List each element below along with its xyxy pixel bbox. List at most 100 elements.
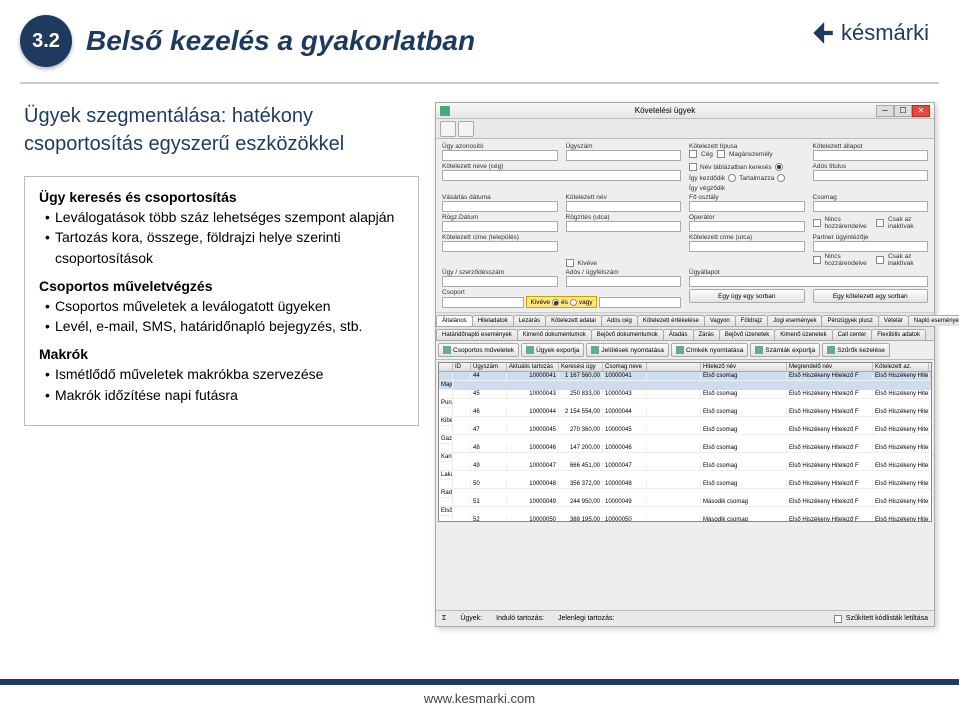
input-adostitulus[interactable]	[813, 170, 929, 181]
tab[interactable]: Vagyon	[704, 315, 736, 326]
table-row[interactable]: 5110000049244 950,0010000049Második csom…	[439, 498, 931, 516]
input-csoport2[interactable]	[599, 297, 681, 308]
input-rogzdat[interactable]	[442, 221, 558, 232]
checkbox-nincshozz2[interactable]	[813, 256, 821, 264]
table-cell: 10000046	[603, 444, 647, 453]
radio-vagy[interactable]	[570, 299, 577, 306]
table-cell	[439, 390, 453, 399]
checkbox-szukit[interactable]	[834, 615, 842, 623]
column-header[interactable]: Ügyszám	[471, 363, 507, 371]
checkbox-csakin2[interactable]	[876, 256, 884, 264]
input-csomag[interactable]	[813, 201, 929, 212]
action-button[interactable]: Csoportos műveletek	[438, 343, 519, 357]
tab[interactable]: Kötelezett adatai	[545, 315, 602, 326]
btn-egyugysor[interactable]: Egy ügy egy sorban	[689, 289, 805, 303]
radio-es[interactable]	[552, 299, 559, 306]
input-rogzalk[interactable]	[566, 221, 682, 232]
checkbox-magansz[interactable]	[717, 150, 725, 158]
action-button[interactable]: Szűrők kezelése	[822, 343, 890, 357]
input-ugyszam[interactable]	[566, 150, 682, 161]
radio-tartalmaz[interactable]	[728, 174, 736, 182]
column-header[interactable]: Csomag neve	[603, 363, 647, 371]
table-cell: Gaz Ella	[439, 435, 453, 444]
minimize-button[interactable]: ─	[876, 105, 894, 117]
column-header[interactable]: Kötelezett az.	[873, 363, 929, 371]
column-header[interactable]	[439, 363, 453, 371]
action-button[interactable]: Számlák exportja	[750, 343, 820, 357]
column-header[interactable]: Hitelező név	[701, 363, 787, 371]
input-kotelnev[interactable]	[566, 201, 682, 212]
input-operator[interactable]	[689, 221, 805, 232]
tab[interactable]: Zárás	[693, 329, 720, 340]
tab[interactable]: Általános	[436, 315, 473, 326]
column-header[interactable]	[647, 363, 701, 371]
tab[interactable]: Átadás	[663, 329, 694, 340]
table-row[interactable]: 5210000050388 195,0010000050Második csom…	[439, 516, 931, 522]
tab[interactable]: Határidőnapló események	[436, 329, 518, 340]
input-kotcimt[interactable]	[442, 241, 558, 252]
table-row[interactable]: 4710000045270 360,0010000045Első csomagE…	[439, 426, 931, 444]
tab[interactable]: Kötelezett értékelése	[637, 315, 705, 326]
table-row[interactable]: 44100000411 167 560,0010000041Első csoma…	[439, 372, 931, 390]
box-item: Leválogatások több száz lehetséges szemp…	[45, 207, 404, 227]
input-ugyazonosito[interactable]	[442, 150, 558, 161]
table-cell: 561	[929, 372, 932, 381]
input-vasdatum[interactable]	[442, 201, 558, 212]
tab[interactable]: Kimenő üzenetek	[774, 329, 832, 340]
label-adostitulus: Adós titulus	[813, 163, 929, 170]
tab[interactable]: Bejövő dokumentumok	[591, 329, 664, 340]
input-fooszt[interactable]	[689, 201, 805, 212]
input-adosugy[interactable]	[566, 276, 682, 287]
btn-egykotsor[interactable]: Egy kötelezett egy sorban	[813, 289, 929, 303]
checkbox-kiveve[interactable]	[566, 259, 574, 267]
input-kotnev[interactable]	[442, 170, 681, 181]
input-csoport[interactable]	[442, 297, 524, 308]
action-button[interactable]: Jelölések nyomtatása	[586, 343, 669, 357]
input-ugyallapot[interactable]	[689, 276, 928, 287]
tab[interactable]: Jogi események	[767, 315, 822, 326]
table-row[interactable]: 4810000046147 200,0010000046Első csomagE…	[439, 444, 931, 462]
checkbox-nincshozz[interactable]	[813, 219, 821, 227]
table-cell: Első Hiszékeny Hitelező F	[873, 372, 929, 381]
column-header[interactable]: Aktuális tartozás	[507, 363, 559, 371]
tab[interactable]: Call center	[832, 329, 873, 340]
input-partner[interactable]	[813, 241, 929, 252]
table-row[interactable]: 4910000047666 451,0010000047Első csomagE…	[439, 462, 931, 480]
tab[interactable]: Bejövő üzenetek	[719, 329, 775, 340]
checkbox-nevtabl[interactable]	[689, 163, 697, 171]
column-header[interactable]: ID	[453, 363, 471, 371]
column-header[interactable]: Megrendelő név	[787, 363, 873, 371]
column-header[interactable]: Keresési ügy	[559, 363, 603, 371]
tab[interactable]: Flexibilis adatok	[871, 329, 926, 340]
checkbox-ceg[interactable]	[689, 150, 697, 158]
table-cell: Első Hiszékeny Hitelező F	[787, 444, 873, 453]
action-button[interactable]: Címkék nyomtatása	[671, 343, 748, 357]
tab[interactable]: Földrajz	[735, 315, 768, 326]
input-kotcimu[interactable]	[689, 241, 805, 252]
tab[interactable]: Napló események	[908, 315, 959, 326]
input-ugyszerz[interactable]	[442, 276, 558, 287]
app-titlebar: Követelési ügyek ─ ☐ ✕	[436, 103, 934, 119]
tab[interactable]: Pénzügyek plusz	[821, 315, 878, 326]
maximize-button[interactable]: ☐	[894, 105, 912, 117]
tab[interactable]: Adós cég	[601, 315, 638, 326]
toolbar-button[interactable]	[440, 121, 456, 137]
status-ugyek: Ügyek:	[460, 615, 482, 622]
table-cell: Első csomag	[701, 426, 787, 435]
tab[interactable]: Lezárás	[513, 315, 546, 326]
radio-igyveg[interactable]	[777, 174, 785, 182]
toolbar-button[interactable]	[458, 121, 474, 137]
tab[interactable]: Kimenő dokumentumok	[517, 329, 592, 340]
radio-igykezd[interactable]	[775, 163, 783, 171]
tab[interactable]: Vételár	[878, 315, 909, 326]
action-button[interactable]: Ügyek exportja	[521, 343, 584, 357]
table-row[interactable]: 4510000043250 833,0010000043Első csomagE…	[439, 390, 931, 408]
input-kot-allapot[interactable]	[813, 150, 929, 161]
table-row[interactable]: 46100000442 154 554,0010000044Első csoma…	[439, 408, 931, 426]
close-button[interactable]: ✕	[912, 105, 930, 117]
tab[interactable]: Hiteladatok	[472, 315, 514, 326]
column-header[interactable]: Kötelezett neve	[929, 363, 932, 371]
table-cell: Első Hiszékeny Hitelező F	[787, 480, 873, 489]
checkbox-csakin[interactable]	[876, 219, 884, 227]
table-row[interactable]: 5010000048356 372,0010000048Első csomagE…	[439, 480, 931, 498]
